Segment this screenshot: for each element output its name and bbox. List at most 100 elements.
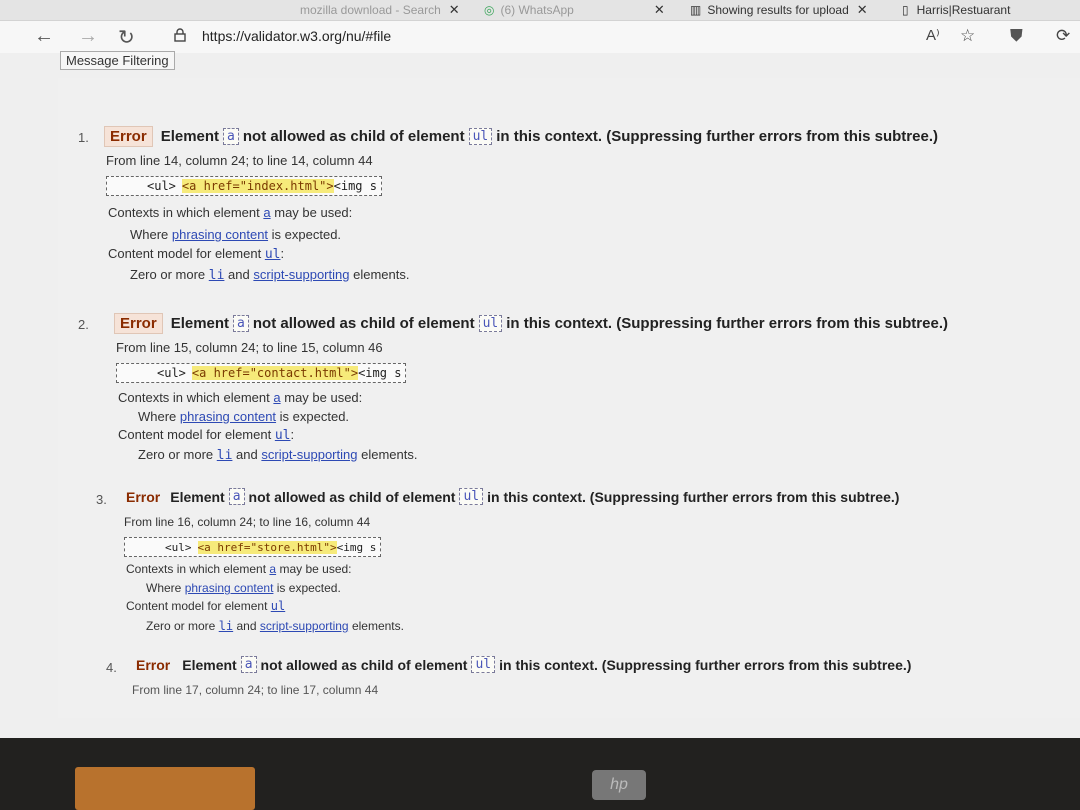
- content-model-label: Content model for element: [126, 599, 268, 613]
- parent-code[interactable]: ul: [471, 656, 496, 673]
- script-supporting-link[interactable]: script-supporting: [253, 267, 349, 282]
- results-panel: 1. Error Element a not allowed as child …: [58, 78, 1080, 718]
- contexts-line: Contexts in which element a may be used:: [126, 562, 352, 576]
- element-word: Element: [182, 656, 237, 673]
- favorites-star-icon[interactable]: ☆: [960, 26, 975, 46]
- phrasing-content-link[interactable]: phrasing content: [185, 581, 274, 595]
- contexts-label-end: may be used:: [274, 205, 353, 220]
- message-tail: in this context. (Suppressing further er…: [487, 488, 900, 505]
- ul-link[interactable]: ul: [265, 247, 281, 262]
- code-extract: <ul> <a href="index.html"> <img s: [106, 176, 382, 196]
- zero-text: Zero or more: [130, 267, 206, 282]
- where-text: Where: [146, 581, 182, 595]
- where-text-end: is expected.: [271, 227, 342, 242]
- error-badge: Error: [114, 313, 163, 334]
- zero-text-end: elements.: [361, 447, 418, 462]
- desk-object: [75, 767, 255, 810]
- tab-whatsapp[interactable]: ◎ (6) WhatsApp ✕: [484, 0, 674, 20]
- back-arrow-icon[interactable]: ←: [34, 25, 54, 48]
- content-model-line: Content model for element ul:: [108, 246, 285, 262]
- extract-highlight: <a href="index.html">: [181, 179, 334, 193]
- close-icon[interactable]: ✕: [857, 2, 868, 18]
- contexts-label-end: may be used:: [284, 390, 363, 405]
- location-text: From line 14, column 24; to line 14, col…: [106, 153, 373, 168]
- error-message: 4. Error Element a not allowed as child …: [58, 656, 1080, 706]
- code-extract: <ul> <a href="contact.html"> <img s: [116, 363, 407, 383]
- content-model-line: Content model for element ul:: [118, 427, 295, 443]
- shield-icon[interactable]: ⛊: [1010, 26, 1023, 46]
- zero-or-more-line: Zero or more li and script-supporting el…: [138, 447, 417, 463]
- script-supporting-link[interactable]: script-supporting: [261, 447, 357, 462]
- close-icon[interactable]: ✕: [654, 2, 665, 18]
- message-number: 3.: [96, 492, 107, 507]
- message-filtering-tab[interactable]: Message Filtering: [60, 51, 175, 70]
- li-link[interactable]: li: [209, 268, 225, 283]
- element-code[interactable]: a: [223, 128, 239, 145]
- lock-icon[interactable]: [173, 28, 187, 42]
- extension-icon[interactable]: ⟳: [1056, 26, 1070, 46]
- contexts-label: Contexts in which element: [108, 205, 260, 220]
- ul-link[interactable]: ul: [271, 599, 285, 613]
- extract-highlight: <a href="contact.html">: [191, 366, 359, 380]
- zero-text: Zero or more: [138, 447, 214, 462]
- zero-or-more-line: Zero or more li and script-supporting el…: [146, 619, 404, 633]
- li-link[interactable]: li: [217, 448, 233, 463]
- element-link[interactable]: a: [273, 390, 280, 405]
- message-mid: not allowed as child of element: [260, 656, 468, 673]
- where-line: Where phrasing content is expected.: [146, 581, 341, 595]
- script-supporting-link[interactable]: script-supporting: [260, 619, 349, 633]
- hp-logo-icon: hp: [592, 770, 646, 800]
- tab-label: Showing results for upload: [707, 3, 849, 17]
- element-code[interactable]: a: [228, 488, 245, 505]
- parent-code[interactable]: ul: [459, 488, 484, 505]
- message-tail: in this context. (Suppressing further er…: [499, 656, 912, 673]
- parent-code[interactable]: ul: [478, 315, 503, 332]
- element-code[interactable]: a: [233, 315, 249, 332]
- tab-harris-restuarant[interactable]: ▯ Harris|Restuarant: [902, 0, 1080, 20]
- element-link[interactable]: a: [263, 205, 270, 220]
- contexts-label: Contexts in which element: [118, 390, 270, 405]
- parent-code[interactable]: ul: [468, 128, 493, 145]
- tab-showing-results[interactable]: ▥ Showing results for upload ✕: [690, 0, 885, 20]
- element-word: Element: [170, 315, 230, 332]
- content-model-label: Content model for element: [108, 246, 262, 261]
- content-model-label: Content model for element: [118, 427, 272, 442]
- element-code[interactable]: a: [240, 656, 257, 673]
- error-badge: Error: [126, 488, 161, 505]
- refresh-icon[interactable]: ↻: [118, 25, 135, 50]
- message-mid: not allowed as child of element: [242, 128, 465, 145]
- contexts-line: Contexts in which element a may be used:: [118, 390, 362, 405]
- where-text-end: is expected.: [279, 409, 350, 424]
- where-text-end: is expected.: [276, 581, 341, 595]
- message-mid: not allowed as child of element: [248, 488, 456, 505]
- and-text: and: [236, 447, 258, 462]
- read-aloud-icon[interactable]: A⁾: [926, 26, 940, 44]
- tab-mozilla-search[interactable]: mozilla download - Search ✕: [300, 0, 470, 20]
- extract-highlight: <a href="store.html">: [197, 540, 337, 554]
- error-message: 1. Error Element a not allowed as child …: [58, 126, 1080, 294]
- ul-link[interactable]: ul: [275, 428, 291, 443]
- element-link[interactable]: a: [269, 562, 276, 576]
- message-number: 1.: [78, 130, 89, 145]
- message-heading: Error Element a not allowed as child of …: [104, 126, 938, 147]
- url-field[interactable]: https://validator.w3.org/nu/#file: [202, 28, 391, 44]
- contexts-line: Contexts in which element a may be used:: [108, 205, 352, 220]
- zero-text-end: elements.: [351, 619, 404, 633]
- location-text: From line 17, column 24; to line 17, col…: [132, 683, 379, 697]
- close-icon[interactable]: ✕: [449, 2, 460, 18]
- where-line: Where phrasing content is expected.: [130, 227, 341, 242]
- li-link[interactable]: li: [219, 619, 233, 633]
- zero-text: Zero or more: [146, 619, 216, 633]
- element-word: Element: [170, 488, 225, 505]
- phrasing-content-link[interactable]: phrasing content: [180, 409, 276, 424]
- extract-pre: <ul>: [147, 179, 176, 193]
- phrasing-content-link[interactable]: phrasing content: [172, 227, 268, 242]
- error-badge: Error: [104, 126, 153, 147]
- extract-post: <img s: [336, 540, 377, 554]
- message-number: 4.: [106, 660, 117, 675]
- forward-arrow-icon[interactable]: →: [78, 25, 98, 48]
- where-text: Where: [138, 409, 177, 424]
- message-heading: Error Element a not allowed as child of …: [136, 656, 911, 673]
- extract-pre: <ul>: [157, 366, 186, 380]
- zero-or-more-line: Zero or more li and script-supporting el…: [130, 267, 409, 283]
